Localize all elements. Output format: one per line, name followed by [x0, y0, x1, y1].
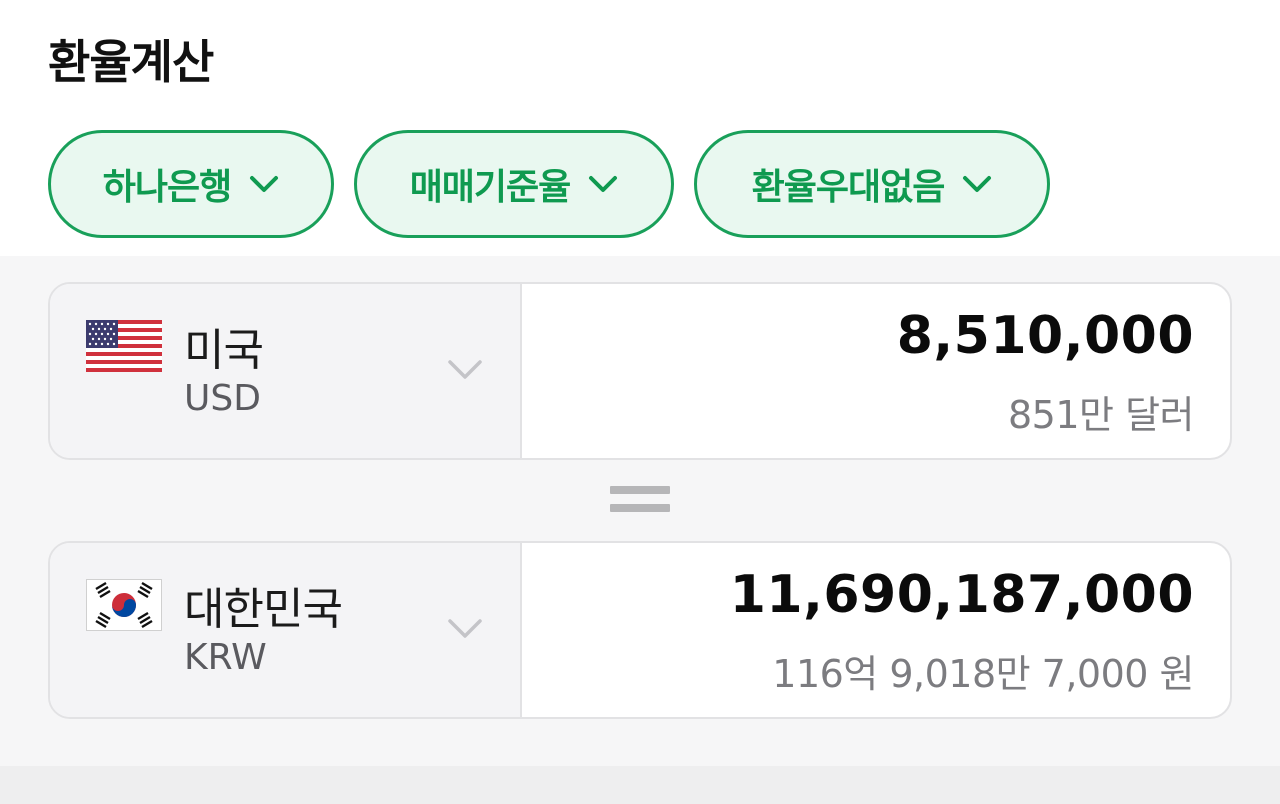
chevron-down-icon	[446, 617, 484, 645]
bank-select-label: 하나은행	[102, 167, 232, 208]
bank-select-chip[interactable]: 하나은행	[48, 130, 334, 238]
to-amount-input[interactable]: 11,690,187,000 116억 9,018만 7,000 원	[522, 543, 1230, 717]
page-title: 환율계산	[48, 35, 214, 89]
from-amount-input[interactable]: 8,510,000 851만 달러	[522, 284, 1230, 458]
chevron-down-icon	[446, 358, 484, 386]
rate-type-label: 매매기준율	[409, 167, 572, 208]
equals-icon	[610, 483, 670, 515]
to-currency-card: 대한민국 KRW 11,690,187,000 116억 9,018만 7,00…	[48, 541, 1232, 719]
exchange-calculator-page: 환율계산 하나은행 매매기준율 환율우대없음 미국 USD 8,510,000 …	[0, 0, 1280, 804]
from-country-name: 미국	[184, 325, 264, 376]
section-divider	[0, 766, 1280, 804]
calculator-section: 미국 USD 8,510,000 851만 달러 대한민국 KRW 11,690…	[0, 256, 1280, 766]
chevron-down-icon	[962, 175, 992, 193]
to-currency-code: KRW	[184, 637, 267, 678]
filter-chips: 하나은행 매매기준율 환율우대없음	[48, 130, 1050, 238]
chevron-down-icon	[249, 175, 279, 193]
from-currency-code: USD	[184, 378, 261, 419]
chevron-down-icon	[588, 175, 618, 193]
us-flag-icon	[86, 320, 162, 376]
to-currency-select[interactable]: 대한민국 KRW	[50, 543, 522, 717]
from-currency-card: 미국 USD 8,510,000 851만 달러	[48, 282, 1232, 460]
kr-flag-icon	[86, 579, 162, 635]
preferential-rate-label: 환율우대없음	[751, 167, 946, 208]
to-amount-readable: 116억 9,018만 7,000 원	[772, 652, 1194, 696]
to-amount-value: 11,690,187,000	[729, 565, 1194, 625]
from-amount-readable: 851만 달러	[1008, 393, 1195, 437]
from-amount-value: 8,510,000	[896, 306, 1194, 366]
to-country-name: 대한민국	[184, 584, 343, 635]
from-currency-select[interactable]: 미국 USD	[50, 284, 522, 458]
preferential-rate-chip[interactable]: 환율우대없음	[694, 130, 1050, 238]
header-section: 환율계산 하나은행 매매기준율 환율우대없음	[0, 0, 1280, 256]
rate-type-chip[interactable]: 매매기준율	[354, 130, 674, 238]
